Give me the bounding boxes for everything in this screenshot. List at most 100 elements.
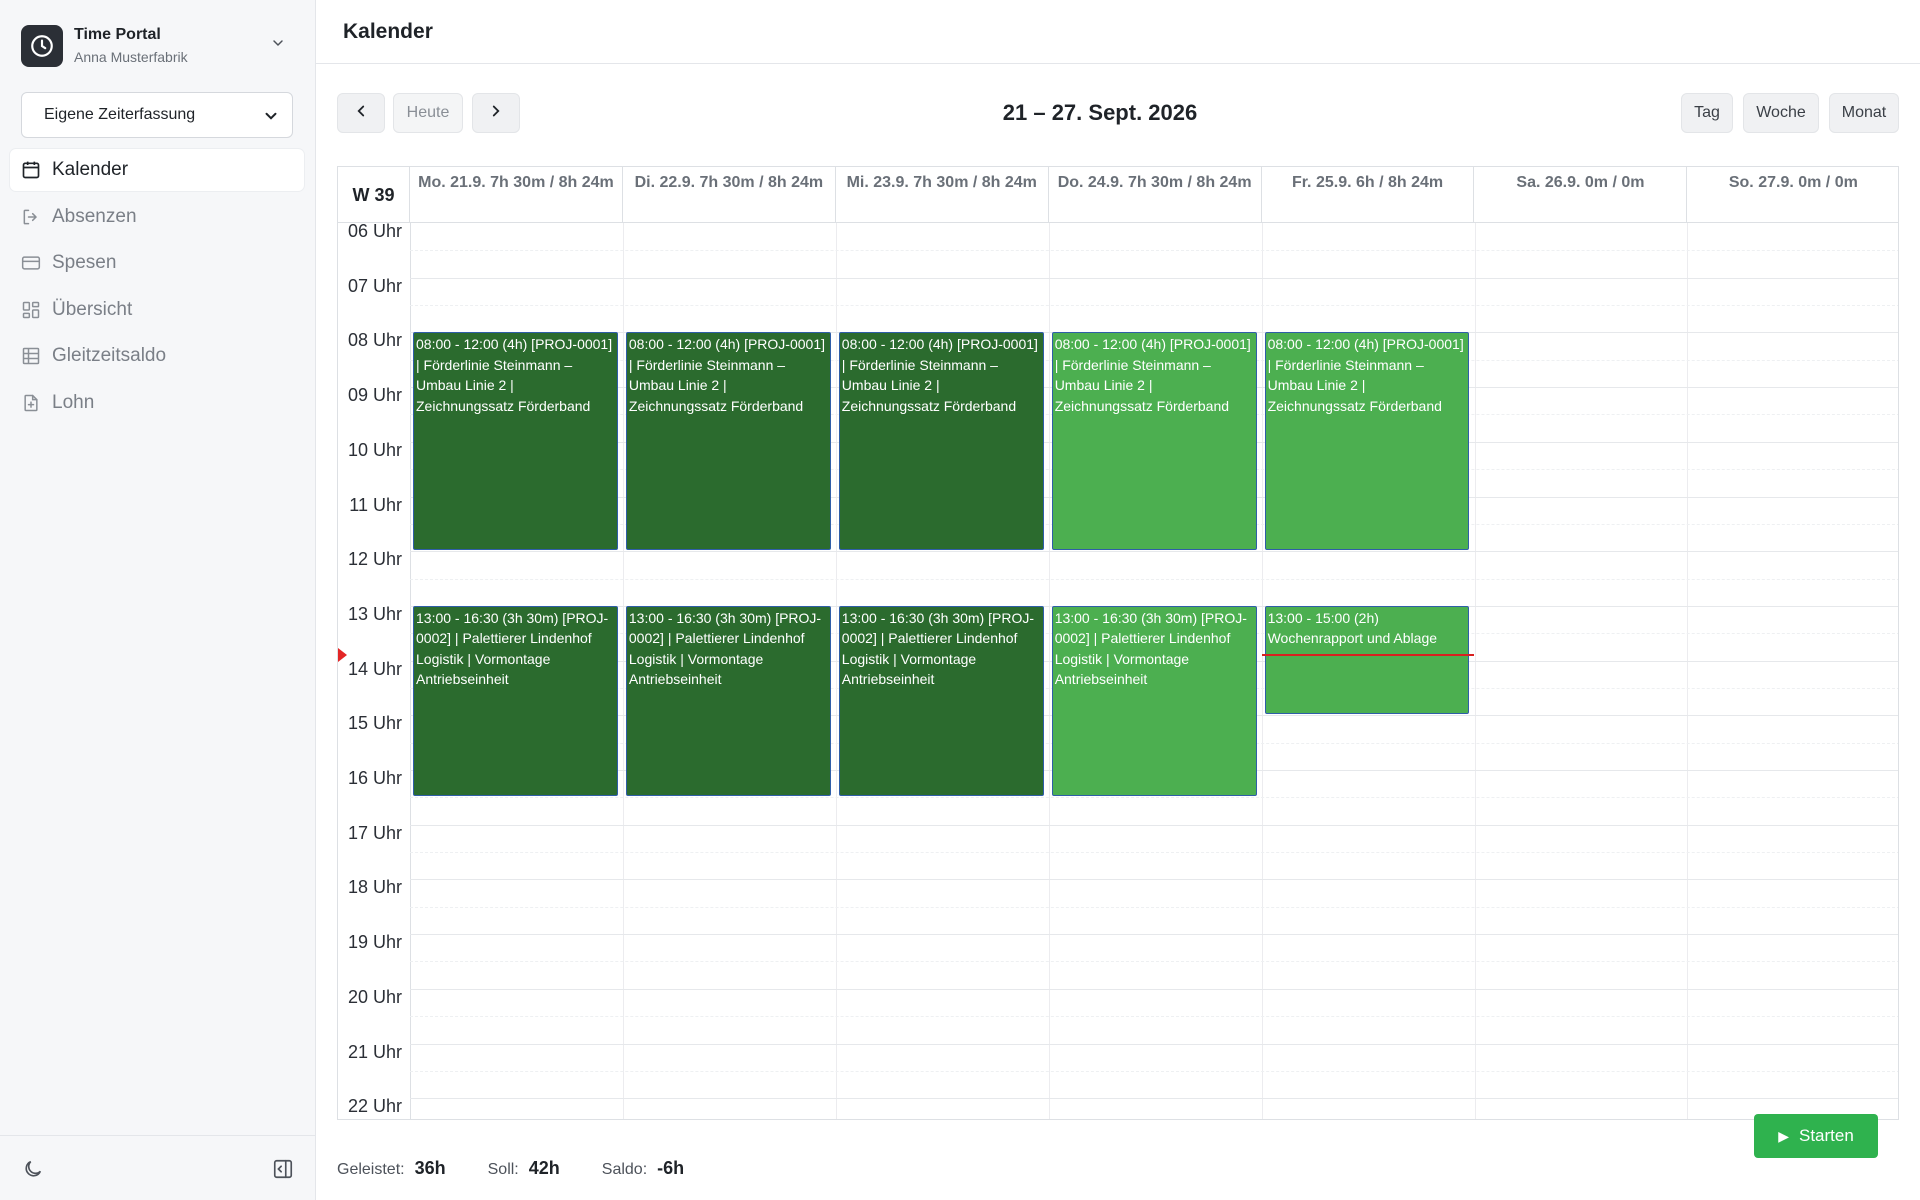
target-label: Soll: [487, 1161, 519, 1178]
hour-label: 17 Uhr [347, 822, 402, 843]
sidebar-nav: Kalender Absenzen Spesen Übersicht Gleit… [10, 149, 304, 429]
day-column-divider [1048, 223, 1050, 1119]
hour-line [410, 934, 1898, 936]
sidebar-item-label: Lohn [52, 391, 95, 413]
calendar-event[interactable]: 13:00 - 16:30 (3h 30m) [PROJ-0002] | Pal… [838, 605, 1044, 797]
next-week-button[interactable] [472, 93, 520, 133]
gutter-divider [410, 223, 411, 1119]
app-title: Time Portal [74, 26, 161, 44]
balance-label: Saldo: [601, 1161, 648, 1178]
calendar-event[interactable]: 08:00 - 12:00 (4h) [PROJ-0001] | Förderl… [838, 332, 1044, 551]
hour-label: 06 Uhr [347, 221, 402, 241]
half-hour-line [410, 961, 1898, 963]
sidebar-item-kalender[interactable]: Kalender [10, 149, 304, 191]
hour-line [410, 1043, 1898, 1045]
sidebar-item-gleitzeitsaldo[interactable]: Gleitzeitsaldo [10, 335, 304, 377]
page-header: Kalender [316, 0, 1920, 64]
current-time-marker [338, 648, 347, 663]
half-hour-line [410, 906, 1898, 908]
hour-label: 18 Uhr [347, 877, 402, 898]
half-hour-line [410, 1016, 1898, 1018]
date-range-label: 21 – 27. Sept. 2026 [1002, 100, 1198, 125]
play-icon: ▶ [1778, 1127, 1789, 1144]
calendar-grid[interactable]: 06 Uhr 07 Uhr 08 Uhr 09 Uhr 10 Uhr 11 Uhr 12 U… [338, 221, 1898, 1119]
day-header[interactable]: Mo. 21.9. 7h 30m / 8h 24m [410, 167, 623, 223]
user-name: Anna Musterfabrik [74, 49, 188, 66]
view-day-button[interactable]: Tag [1681, 93, 1733, 133]
logout-icon [21, 207, 41, 227]
start-timer-label: Starten [1798, 1126, 1854, 1145]
hour-label: 11 Uhr [349, 494, 402, 515]
sidebar-item-lohn[interactable]: Lohn [10, 382, 304, 424]
hour-label: 07 Uhr [347, 275, 402, 296]
current-time-line [1261, 654, 1475, 657]
sidebar-item-label: Gleitzeitsaldo [52, 345, 167, 367]
worked-value: 36h [414, 1158, 446, 1178]
sidebar-item-label: Spesen [52, 252, 117, 274]
calendar-icon [21, 160, 41, 180]
calendar-event[interactable]: 13:00 - 16:30 (3h 30m) [PROJ-0002] | Pal… [413, 605, 618, 797]
day-header[interactable]: Sa. 26.9. 0m / 0m [1475, 167, 1688, 223]
hour-line [410, 1098, 1898, 1100]
calendar-event[interactable]: 13:00 - 15:00 (2h) Wochenrapport und Abl… [1264, 605, 1470, 715]
day-column-divider [622, 223, 624, 1119]
hour-label: 10 Uhr [347, 439, 402, 460]
day-column-divider [1261, 223, 1263, 1119]
day-header[interactable]: So. 27.9. 0m / 0m [1687, 167, 1898, 223]
hour-line [410, 551, 1898, 553]
hour-label: 15 Uhr [347, 713, 402, 734]
calendar-event[interactable]: 08:00 - 12:00 (4h) [PROJ-0001] | Förderl… [413, 332, 618, 551]
hour-label: 22 Uhr [347, 1096, 402, 1117]
hour-label: 12 Uhr [347, 549, 402, 570]
scope-select[interactable]: Eigene Zeiterfassung [21, 92, 293, 138]
chevron-left-icon [352, 102, 370, 125]
today-button[interactable]: Heute [393, 93, 463, 133]
sidebar-item-absenzen[interactable]: Absenzen [10, 196, 304, 238]
calendar-event[interactable]: 08:00 - 12:00 (4h) [PROJ-0001] | Förderl… [1264, 332, 1470, 551]
hour-label: 08 Uhr [347, 330, 402, 351]
day-header[interactable]: Di. 22.9. 7h 30m / 8h 24m [623, 167, 836, 223]
half-hour-line [410, 578, 1898, 580]
half-hour-line [410, 305, 1898, 307]
hour-line [410, 277, 1898, 279]
app-switcher[interactable]: Time Portal Anna Musterfabrik [21, 23, 306, 69]
day-header[interactable]: Do. 24.9. 7h 30m / 8h 24m [1049, 167, 1262, 223]
start-timer-button[interactable]: ▶ Starten [1754, 1114, 1878, 1158]
totals-bar: Geleistet: 36h Soll: 42h Saldo: -6h [337, 1158, 726, 1179]
calendar-header: W 39 Mo. 21.9. 7h 30m / 8h 24m Di. 22.9. … [338, 167, 1898, 223]
hour-label: 21 Uhr [347, 1041, 402, 1062]
chevron-down-icon [270, 35, 286, 56]
dashboard-grid-icon [21, 300, 41, 320]
view-month-button[interactable]: Monat [1829, 93, 1899, 133]
hour-label: 13 Uhr [347, 603, 402, 624]
table-icon [21, 346, 41, 366]
page-title: Kalender [343, 20, 433, 43]
target-value: 42h [528, 1158, 560, 1178]
previous-week-button[interactable] [337, 93, 385, 133]
hour-line [410, 879, 1898, 881]
hour-label: 20 Uhr [347, 986, 402, 1007]
half-hour-line [410, 852, 1898, 854]
hour-label: 09 Uhr [347, 385, 402, 406]
calendar-event[interactable]: 13:00 - 16:30 (3h 30m) [PROJ-0002] | Pal… [1051, 605, 1257, 797]
week-calendar: W 39 Mo. 21.9. 7h 30m / 8h 24m Di. 22.9. … [337, 166, 1899, 1120]
sidebar-collapse-icon[interactable] [272, 1158, 294, 1185]
calendar-event[interactable]: 08:00 - 12:00 (4h) [PROJ-0001] | Förderl… [625, 332, 831, 551]
chevron-down-icon [262, 107, 280, 130]
day-header[interactable]: Fr. 25.9. 6h / 8h 24m [1262, 167, 1475, 223]
sidebar-item-uebersicht[interactable]: Übersicht [10, 289, 304, 331]
document-icon [21, 393, 41, 413]
chevron-right-icon [487, 102, 505, 125]
moon-icon[interactable] [22, 1158, 44, 1185]
sidebar-item-spesen[interactable]: Spesen [10, 242, 304, 284]
clock-icon [21, 25, 63, 67]
calendar-event[interactable]: 13:00 - 16:30 (3h 30m) [PROJ-0002] | Pal… [625, 605, 831, 797]
hour-label: 19 Uhr [347, 932, 402, 953]
balance-value: -6h [657, 1158, 685, 1178]
sidebar-item-label: Kalender [52, 159, 129, 180]
calendar-event[interactable]: 08:00 - 12:00 (4h) [PROJ-0001] | Förderl… [1051, 332, 1257, 551]
day-header[interactable]: Mi. 23.9. 7h 30m / 8h 24m [836, 167, 1049, 223]
sidebar-divider [0, 1135, 316, 1136]
sidebar: Time Portal Anna Musterfabrik Eigene Zei… [0, 0, 316, 1200]
view-week-button[interactable]: Woche [1743, 93, 1819, 133]
